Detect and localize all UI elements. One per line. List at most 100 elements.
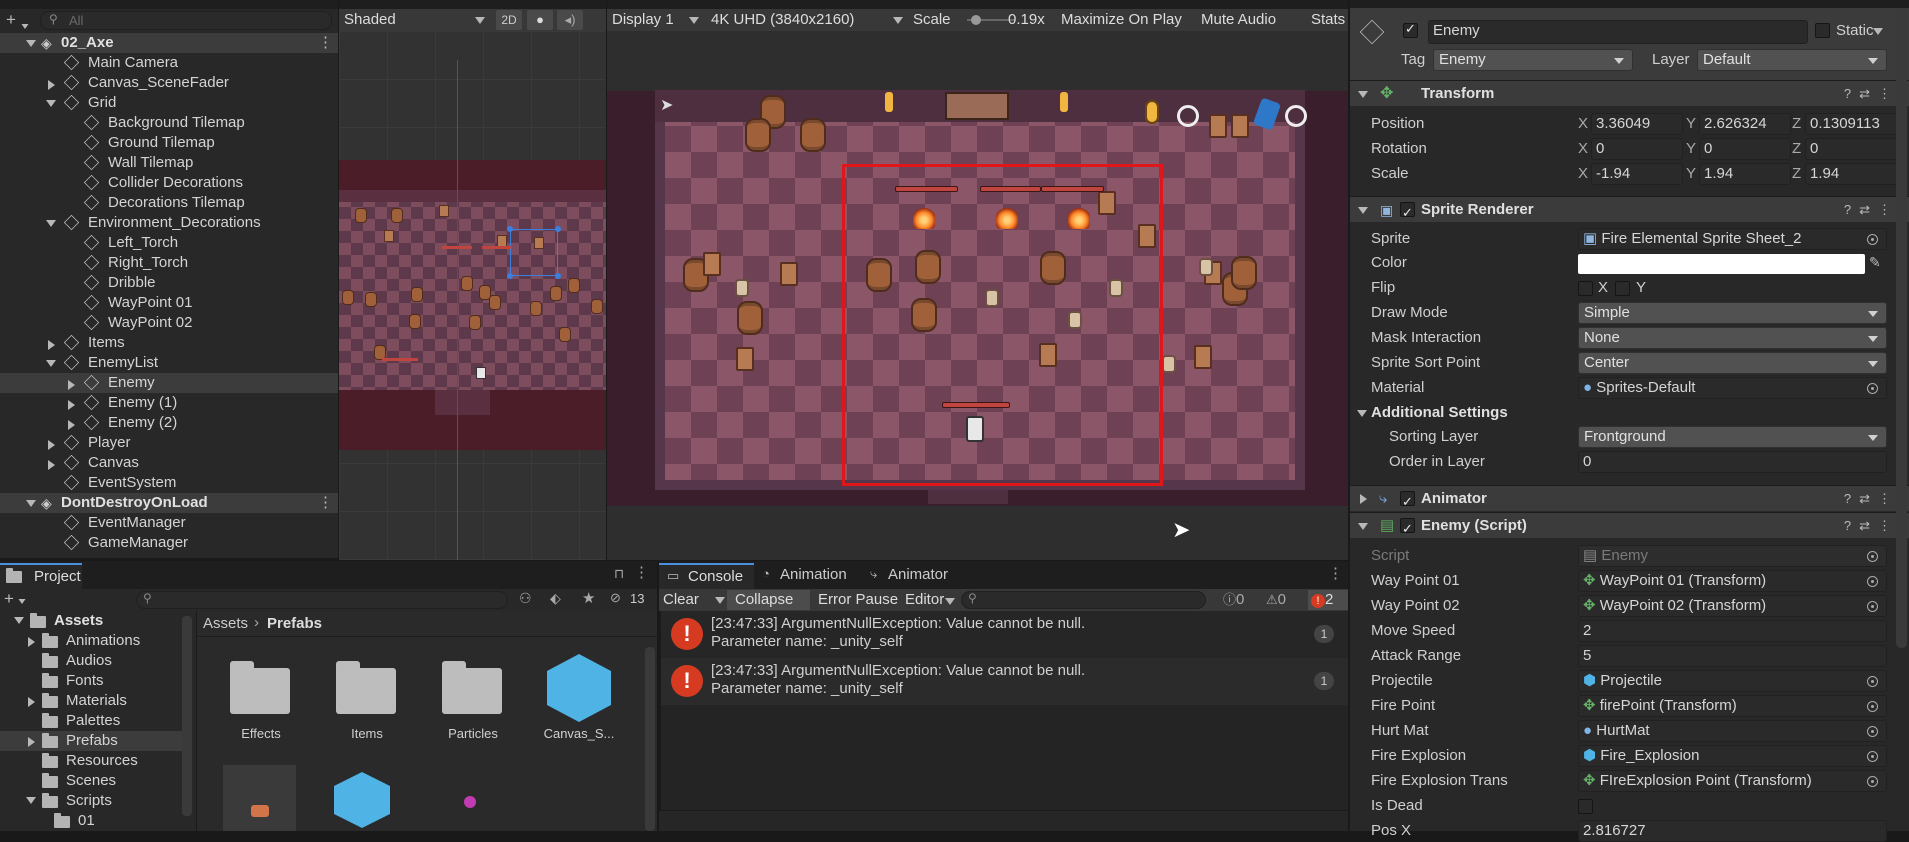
script-field-material[interactable]: ● HurtMat <box>1578 720 1887 742</box>
mute-audio-button[interactable]: Mute Audio <box>1197 10 1280 30</box>
hierarchy-row[interactable]: Collider Decorations <box>0 173 338 193</box>
flip-x-checkbox[interactable] <box>1578 281 1593 296</box>
order-in-layer-input[interactable]: 0 <box>1578 451 1887 473</box>
foldout-icon[interactable] <box>46 100 56 107</box>
object-picker-icon[interactable] <box>1867 234 1878 245</box>
transform-z-input[interactable]: 1.94 <box>1805 163 1900 185</box>
scene-row[interactable]: ◈ 02_Axe ⋮ <box>0 33 338 53</box>
folder-tree-item[interactable]: Materials <box>0 691 182 711</box>
mask-interaction-dropdown[interactable]: None <box>1578 327 1887 349</box>
object-name-input[interactable]: Enemy <box>1428 20 1808 44</box>
transform-x-input[interactable]: 0 <box>1591 138 1683 160</box>
script-field-num[interactable]: 2.816727 <box>1578 820 1887 842</box>
component-menu-icons[interactable]: ?⇄⋮ <box>1844 513 1899 539</box>
asset-item[interactable]: Items <box>327 648 407 748</box>
object-picker-icon[interactable] <box>1867 551 1878 562</box>
log-entry[interactable]: ! [23:47:33] ArgumentNullException: Value… <box>661 658 1348 705</box>
layer-dropdown[interactable]: Default <box>1697 49 1887 71</box>
folder-tree-item[interactable]: 01 <box>0 811 182 831</box>
transform-y-input[interactable]: 1.94 <box>1699 163 1791 185</box>
audio-icon[interactable]: ◂) <box>557 10 583 30</box>
warning-filter-toggle[interactable]: ⚠0 <box>1266 590 1306 610</box>
more-icon[interactable]: ⋮ <box>634 563 649 581</box>
foldout-icon[interactable] <box>46 220 56 227</box>
tab-animator[interactable]: ⤷ Animator <box>866 563 966 589</box>
folder-tree-item[interactable]: Fonts <box>0 671 182 691</box>
foldout-icon[interactable] <box>28 697 35 707</box>
active-checkbox[interactable] <box>1403 21 1418 38</box>
add-dropdown-icon[interactable] <box>20 17 30 34</box>
script-field-transform[interactable]: ✥ firePoint (Transform) <box>1578 695 1887 717</box>
transform-header[interactable]: ✥ Transform ?⇄⋮ <box>1350 80 1909 106</box>
foldout-icon[interactable] <box>26 797 36 804</box>
asset-item[interactable]: Effects <box>221 648 301 748</box>
sorting-layer-dropdown[interactable]: Frontground <box>1578 426 1887 448</box>
hierarchy-search-input[interactable]: ⚲ All <box>40 11 332 30</box>
foldout-icon[interactable] <box>48 440 55 450</box>
add-icon[interactable]: + <box>4 589 14 609</box>
object-picker-icon[interactable] <box>1867 576 1878 587</box>
hierarchy-row[interactable]: Enemy (2) <box>0 413 338 433</box>
more-icon[interactable]: ⋮ <box>318 493 333 513</box>
material-field[interactable]: ● Sprites-Default <box>1578 377 1887 399</box>
object-picker-icon[interactable] <box>1867 726 1878 737</box>
draw-mode-dropdown[interactable]: Simple <box>1578 302 1887 324</box>
hierarchy-row[interactable]: Left_Torch <box>0 233 338 253</box>
foldout-icon[interactable] <box>68 380 75 390</box>
foldout-icon[interactable] <box>46 360 56 367</box>
filter-by-label-icon[interactable]: ⬖ <box>550 590 561 607</box>
breadcrumb-item[interactable]: Prefabs <box>267 615 322 632</box>
hierarchy-row[interactable]: EventSystem <box>0 473 338 493</box>
folder-tree-item[interactable]: Prefabs <box>0 731 182 751</box>
filter-by-type-icon[interactable]: ⚇ <box>519 590 532 607</box>
script-field-prefab[interactable]: ⬢ Projectile <box>1578 670 1887 692</box>
tree-scrollbar[interactable] <box>182 616 192 816</box>
info-filter-toggle[interactable]: ⓘ0 <box>1223 590 1263 610</box>
transform-z-input[interactable]: 0.1309113 <box>1805 113 1900 135</box>
shading-dropdown[interactable]: Shaded <box>344 10 489 30</box>
hierarchy-row[interactable]: WayPoint 02 <box>0 313 338 333</box>
asset-item[interactable]: Particles <box>433 648 513 748</box>
script-field-num[interactable]: 5 <box>1578 645 1887 667</box>
enemy-script-header[interactable]: ▤ Enemy (Script) ?⇄⋮ <box>1350 512 1909 542</box>
toggle-2d-button[interactable]: 2D <box>496 10 522 30</box>
script-field-prefab[interactable]: ⬢ Fire_Explosion <box>1578 745 1887 767</box>
folder-tree-item[interactable]: Animations <box>0 631 182 651</box>
transform-z-input[interactable]: 0 <box>1805 138 1900 160</box>
hierarchy-row[interactable]: Background Tilemap <box>0 113 338 133</box>
more-icon[interactable]: ⋮ <box>1328 564 1343 582</box>
object-picker-icon[interactable] <box>1867 776 1878 787</box>
object-picker-icon[interactable] <box>1867 676 1878 687</box>
tab-animation[interactable]: ◔ Animation <box>758 563 868 589</box>
component-menu-icons[interactable]: ?⇄⋮ <box>1844 486 1899 512</box>
is-dead-checkbox[interactable] <box>1578 799 1593 814</box>
hierarchy-row[interactable]: Ground Tilemap <box>0 133 338 153</box>
foldout-icon[interactable] <box>48 460 55 470</box>
folder-tree-item[interactable]: Scenes <box>0 771 182 791</box>
project-tab[interactable]: Project <box>0 563 82 589</box>
eyedropper-icon[interactable]: ✎ <box>1869 254 1881 271</box>
tag-dropdown[interactable]: Enemy <box>1433 49 1633 71</box>
hierarchy-row[interactable]: Player <box>0 433 338 453</box>
color-swatch[interactable] <box>1578 254 1865 274</box>
error-pause-button[interactable]: Error Pause <box>810 590 898 610</box>
object-picker-icon[interactable] <box>1867 383 1878 394</box>
hidden-packages-icon[interactable]: ⊘ <box>610 590 621 606</box>
asset-item[interactable]: Canvas_S... <box>539 648 619 748</box>
clear-button[interactable]: Clear <box>663 590 699 610</box>
more-icon[interactable]: ⋮ <box>318 33 333 53</box>
foldout-icon[interactable] <box>48 340 55 350</box>
static-dropdown-icon[interactable] <box>1873 28 1883 35</box>
inspector-scrollbar[interactable] <box>1896 8 1907 648</box>
particle-prefab-icon[interactable] <box>464 796 476 808</box>
asset-thumb-selected[interactable] <box>223 765 296 831</box>
sprite-renderer-header[interactable]: ▣ Sprite Renderer ?⇄⋮ <box>1350 196 1909 226</box>
transform-x-input[interactable]: -1.94 <box>1591 163 1683 185</box>
flip-y-checkbox[interactable] <box>1615 281 1630 296</box>
additional-settings-foldout[interactable]: Additional Settings <box>1371 402 1508 424</box>
foldout-icon[interactable] <box>68 420 75 430</box>
hierarchy-row[interactable]: Wall Tilemap <box>0 153 338 173</box>
hierarchy-row[interactable]: Canvas <box>0 453 338 473</box>
transform-y-input[interactable]: 0 <box>1699 138 1791 160</box>
foldout-icon[interactable] <box>26 40 36 47</box>
